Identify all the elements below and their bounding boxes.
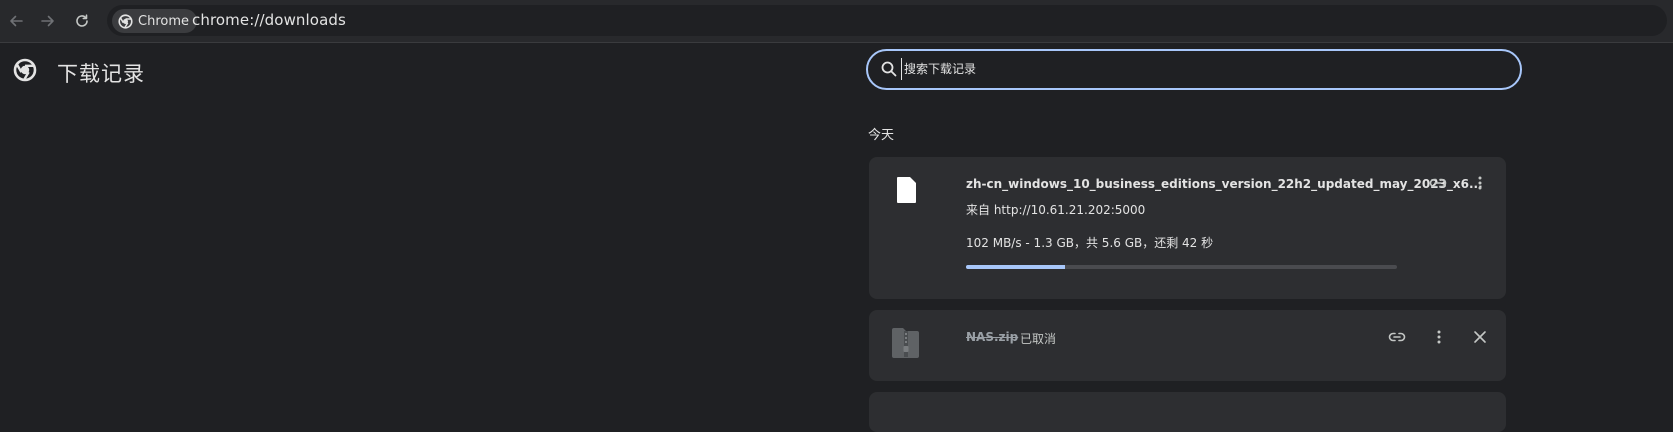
file-icon bbox=[897, 177, 916, 203]
back-button[interactable] bbox=[1, 7, 31, 35]
close-icon bbox=[1474, 331, 1486, 343]
arrow-right-icon bbox=[41, 15, 54, 27]
more-vert-icon bbox=[1437, 330, 1441, 344]
address-bar[interactable]: Chrome chrome://downloads bbox=[107, 5, 1667, 36]
copy-link-button[interactable] bbox=[1424, 169, 1452, 197]
browser-toolbar: Chrome chrome://downloads bbox=[0, 0, 1673, 43]
search-input[interactable] bbox=[901, 58, 1481, 80]
download-status: 已取消 bbox=[1020, 332, 1057, 346]
download-item: zh-cn_windows_10_business_editions_versi… bbox=[869, 157, 1506, 299]
more-vert-icon bbox=[1478, 176, 1482, 190]
reload-button[interactable] bbox=[67, 7, 97, 35]
file-name-link[interactable]: zh-cn_windows_10_business_editions_versi… bbox=[966, 177, 1483, 191]
progress-bar bbox=[966, 265, 1397, 269]
progress-bar-fill bbox=[966, 265, 1066, 269]
more-actions-button[interactable] bbox=[1466, 169, 1494, 197]
download-item bbox=[869, 392, 1506, 432]
search-icon bbox=[881, 61, 897, 77]
date-header: 今天 bbox=[868, 128, 895, 143]
download-item: NAS.zip 已取消 bbox=[869, 310, 1506, 381]
arrow-left-icon bbox=[10, 15, 23, 27]
reload-icon bbox=[76, 14, 88, 27]
chrome-logo-icon bbox=[118, 13, 133, 29]
link-icon bbox=[1388, 332, 1406, 342]
copy-link-button[interactable] bbox=[1383, 323, 1411, 351]
download-status: 102 MB/s - 1.3 GB，共 5.6 GB，还剩 42 秒 bbox=[966, 236, 1214, 250]
link-icon bbox=[1429, 178, 1447, 188]
file-name: NAS.zip bbox=[966, 330, 1019, 344]
remove-button[interactable] bbox=[1466, 323, 1494, 351]
search-box[interactable] bbox=[866, 49, 1522, 90]
forward-button[interactable] bbox=[33, 7, 63, 35]
chrome-logo-icon bbox=[13, 58, 37, 82]
page-title: 下载记录 bbox=[57, 62, 145, 86]
url-text[interactable]: chrome://downloads bbox=[192, 11, 346, 29]
site-chip[interactable]: Chrome bbox=[112, 9, 197, 33]
more-actions-button[interactable] bbox=[1425, 323, 1453, 351]
site-chip-label: Chrome bbox=[138, 13, 189, 29]
file-source: 来自 http://10.61.21.202:5000 bbox=[966, 203, 1146, 217]
zip-archive-icon bbox=[892, 328, 919, 358]
